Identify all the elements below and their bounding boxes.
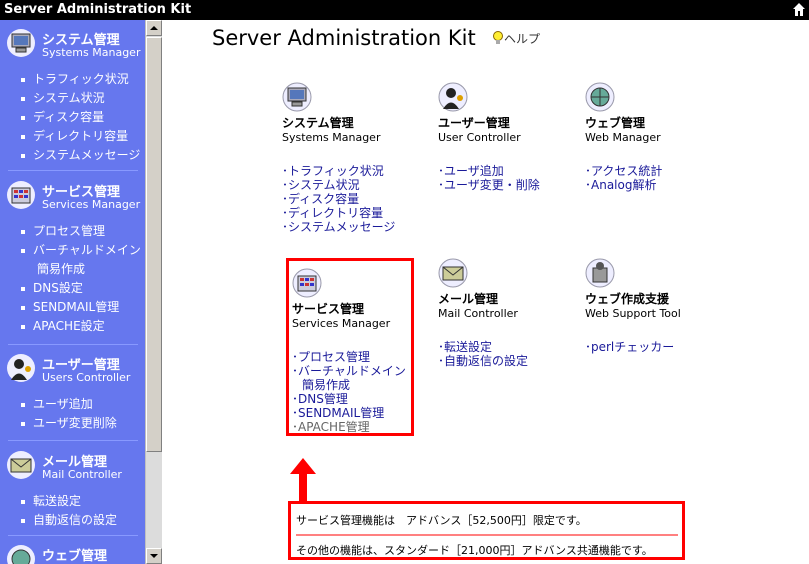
link-system-status[interactable]: ･システム状況 [282,178,395,192]
sidebar-item-user-add[interactable]: ユーザ追加 [0,395,145,414]
window-titlebar: Server Administration Kit [0,0,809,20]
services-icon [7,181,35,209]
sidebar-divider [8,344,138,345]
sidebar-item-virtual-domain[interactable]: バーチャルドメイン [0,241,145,260]
sidebar-item-disk[interactable]: ディスク容量 [0,108,145,127]
sidebar-item-apache[interactable]: APACHE設定 [0,317,145,336]
user-icon[interactable] [438,82,468,112]
help-link[interactable]: ヘルプ [492,30,540,47]
link-autoreply[interactable]: ･自動返信の設定 [438,354,528,368]
card-subtitle: User Controller [438,131,521,144]
sidebar-item-dns[interactable]: DNS設定 [0,279,145,298]
arrow-up-icon [290,458,316,502]
sidebar-item-sendmail[interactable]: SENDMAIL管理 [0,298,145,317]
link-perl-checker[interactable]: ･perlチェッカー [585,340,681,354]
monitor-icon [7,29,35,57]
home-icon[interactable] [792,2,806,17]
sidebar-section-systems: システム管理 Systems Manager トラフィック状況 システム状況 デ… [0,24,145,165]
card-mail: メール管理 Mail Controller ･転送設定 ･自動返信の設定 [438,258,528,368]
scroll-thumb[interactable] [146,37,162,452]
card-title: ウェブ作成支援 [585,292,670,306]
card-title: ユーザー管理 [438,116,510,130]
scroll-down-button[interactable] [146,548,162,564]
card-subtitle: Web Manager [585,131,661,144]
arrow-down-icon [150,554,158,558]
sidebar-section-subtitle: Users Controller [42,371,131,384]
sidebar-divider [8,535,138,536]
page-title: Server Administration Kit [212,26,476,50]
notice-separator [296,534,678,536]
mail-icon[interactable] [438,258,468,288]
sidebar-item-system-status[interactable]: システム状況 [0,89,145,108]
sidebar-section-subtitle: Services Manager [42,198,141,211]
card-subtitle: Systems Manager [282,131,381,144]
card-users: ユーザー管理 User Controller ･ユーザ追加 ･ユーザ変更・削除 [438,82,540,192]
scroll-up-button[interactable] [146,20,162,36]
link-analog[interactable]: ･Analog解析 [585,178,662,192]
sidebar-section-users: ユーザー管理 Users Controller ユーザ追加 ユーザ変更削除 [0,349,145,433]
sidebar-section-subtitle: Mail Controller [42,468,122,481]
globe-icon [7,545,35,564]
user-icon [7,354,35,382]
notice-standard-line: その他の機能は、スタンダード［21,000円］アドバンス共通機能です。 [296,544,653,557]
mail-icon [7,451,35,479]
sidebar-item-messages[interactable]: システムメッセージ [0,146,145,165]
monitor-icon[interactable] [282,82,312,112]
sidebar-item-forward[interactable]: 転送設定 [0,492,145,511]
sidebar-item-traffic[interactable]: トラフィック状況 [0,70,145,89]
link-traffic[interactable]: ･トラフィック状況 [282,164,395,178]
link-messages[interactable]: ･システムメッセージ [282,220,395,234]
link-forward[interactable]: ･転送設定 [438,340,528,354]
card-web-support: ウェブ作成支援 Web Support Tool ･perlチェッカー [585,258,681,354]
card-subtitle: Web Support Tool [585,307,681,320]
sidebar-item-autoreply[interactable]: 自動返信の設定 [0,511,145,530]
sidebar-item-process[interactable]: プロセス管理 [0,222,145,241]
lightbulb-icon [493,31,503,44]
toolbox-icon[interactable] [585,258,615,288]
sidebar-section-web: ウェブ管理 [0,540,145,564]
link-directory[interactable]: ･ディレクトリ容量 [282,206,395,220]
highlight-box [286,258,414,436]
sidebar-scrollbar[interactable] [145,20,162,564]
card-systems: システム管理 Systems Manager ･トラフィック状況 ･システム状況… [282,82,395,234]
sidebar-item-virtual-domain-cont[interactable]: 簡易作成 [0,260,145,279]
card-title: メール管理 [438,292,499,306]
arrow-up-icon [150,26,158,30]
globe-icon[interactable] [585,82,615,112]
card-title: システム管理 [282,116,354,130]
sidebar-item-user-edit[interactable]: ユーザ変更削除 [0,414,145,433]
card-web: ウェブ管理 Web Manager ･アクセス統計 ･Analog解析 [585,82,662,192]
sidebar-section-subtitle: Systems Manager [42,46,141,59]
sidebar-item-directory[interactable]: ディレクトリ容量 [0,127,145,146]
sidebar-section-mail: メール管理 Mail Controller 転送設定 自動返信の設定 [0,446,145,530]
window-title: Server Administration Kit [4,2,192,17]
sidebar-section-title: ウェブ管理 [42,549,108,564]
sidebar-divider [8,440,138,441]
link-user-edit[interactable]: ･ユーザ変更・削除 [438,178,540,192]
link-disk[interactable]: ･ディスク容量 [282,192,395,206]
sidebar-section-services: サービス管理 Services Manager プロセス管理 バーチャルドメイン… [0,176,145,336]
notice-advanced-line: サービス管理機能は アドバンス［52,500円］限定です。 [296,514,587,527]
link-access-stats[interactable]: ･アクセス統計 [585,164,662,178]
sidebar: システム管理 Systems Manager トラフィック状況 システム状況 デ… [0,20,145,564]
pricing-notice: サービス管理機能は アドバンス［52,500円］限定です。 その他の機能は、スタ… [288,501,685,560]
sidebar-divider [8,170,138,171]
main-content: Server Administration Kit ヘルプ システム管理 Sys… [162,20,809,564]
card-title: ウェブ管理 [585,116,646,130]
card-subtitle: Mail Controller [438,307,518,320]
help-label: ヘルプ [504,32,541,46]
link-user-add[interactable]: ･ユーザ追加 [438,164,540,178]
